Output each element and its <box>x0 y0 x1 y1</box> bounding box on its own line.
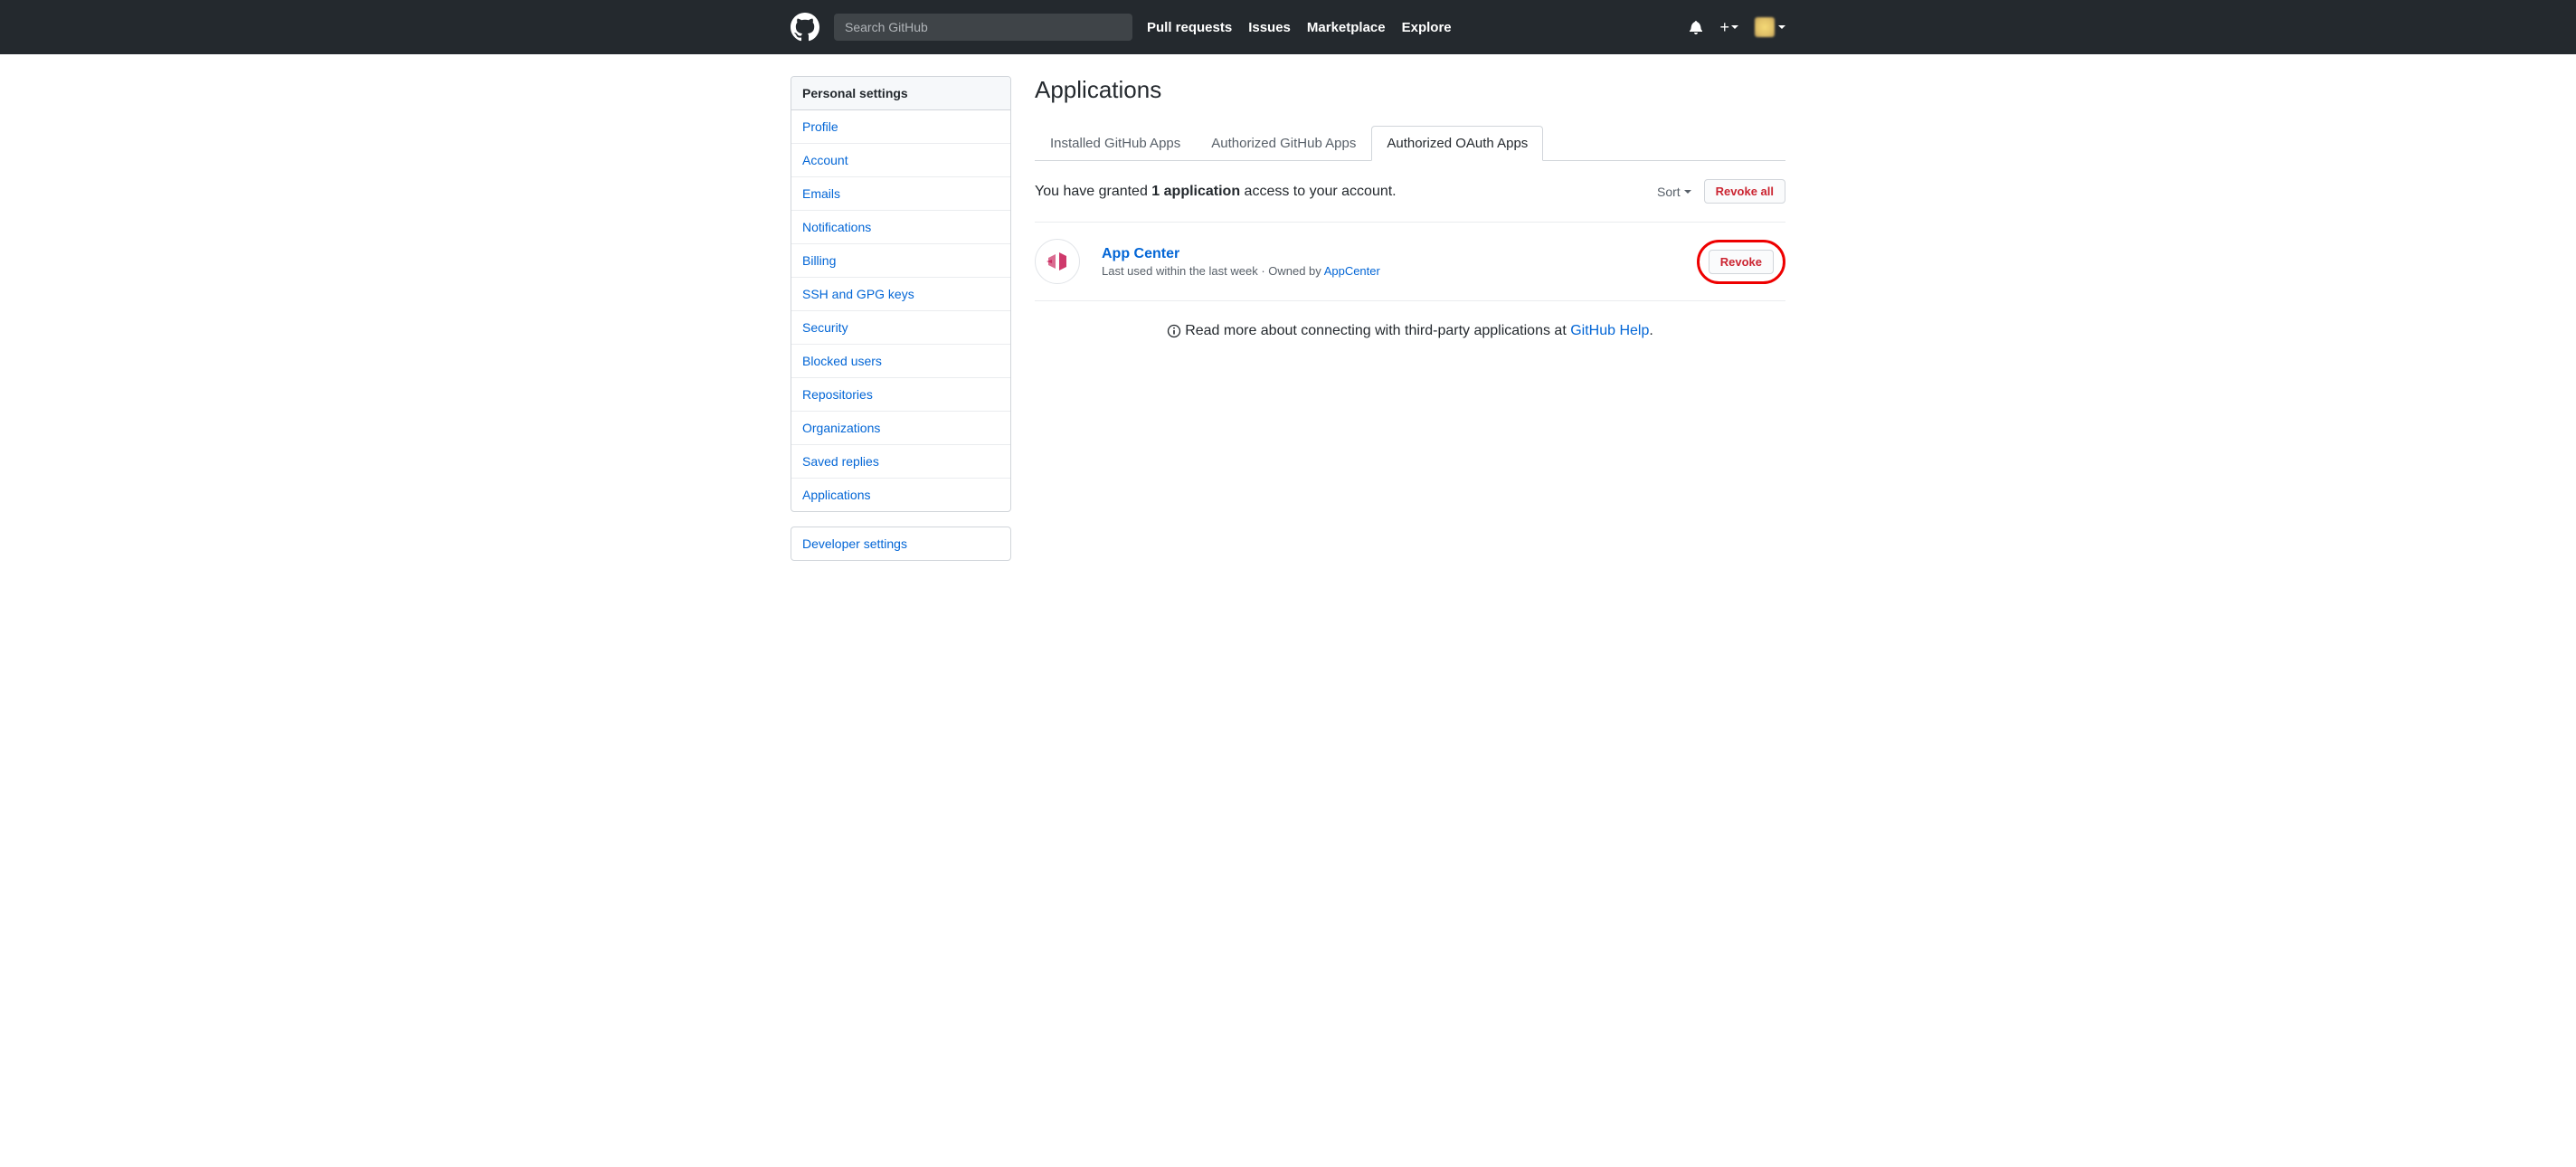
sidebar-item-ssh-gpg[interactable]: SSH and GPG keys <box>791 278 1010 311</box>
nav-explore[interactable]: Explore <box>1402 20 1452 35</box>
github-help-link[interactable]: GitHub Help <box>1570 323 1649 338</box>
sidebar-item-emails[interactable]: Emails <box>791 177 1010 211</box>
revoke-all-button[interactable]: Revoke all <box>1704 179 1785 204</box>
sidebar-item-organizations[interactable]: Organizations <box>791 412 1010 445</box>
sidebar-item-account[interactable]: Account <box>791 144 1010 177</box>
global-header: Pull requests Issues Marketplace Explore… <box>0 0 2576 54</box>
apps-tabs: Installed GitHub Apps Authorized GitHub … <box>1035 126 1785 161</box>
revoke-button[interactable]: Revoke <box>1709 250 1774 274</box>
page-title: Applications <box>1035 76 1785 104</box>
github-logo-icon[interactable] <box>791 13 819 42</box>
info-icon <box>1167 324 1181 338</box>
sidebar-heading: Personal settings <box>791 77 1010 110</box>
sidebar-item-applications[interactable]: Applications <box>791 479 1010 511</box>
grant-summary: You have granted 1 application access to… <box>1035 184 1397 200</box>
search-input[interactable] <box>834 14 1132 41</box>
notifications-icon[interactable] <box>1689 20 1703 34</box>
revoke-highlight-annotation: Revoke <box>1697 240 1785 284</box>
tab-installed-github-apps[interactable]: Installed GitHub Apps <box>1035 126 1196 161</box>
app-owner-link[interactable]: AppCenter <box>1324 264 1380 278</box>
sidebar-item-developer-settings[interactable]: Developer settings <box>791 527 1010 560</box>
help-footer: Read more about connecting with third-pa… <box>1035 301 1785 361</box>
appcenter-icon <box>1043 247 1072 276</box>
tab-authorized-github-apps[interactable]: Authorized GitHub Apps <box>1196 126 1371 161</box>
tab-authorized-oauth-apps[interactable]: Authorized OAuth Apps <box>1371 126 1543 161</box>
sidebar-item-saved-replies[interactable]: Saved replies <box>791 445 1010 479</box>
user-menu-dropdown[interactable] <box>1755 17 1785 37</box>
nav-pull-requests[interactable]: Pull requests <box>1147 20 1232 35</box>
sidebar-item-notifications[interactable]: Notifications <box>791 211 1010 244</box>
app-meta: Last used within the last week · Owned b… <box>1102 264 1697 278</box>
avatar <box>1755 17 1775 37</box>
sidebar-item-profile[interactable]: Profile <box>791 110 1010 144</box>
sidebar-item-repositories[interactable]: Repositories <box>791 378 1010 412</box>
sidebar-item-billing[interactable]: Billing <box>791 244 1010 278</box>
nav-issues[interactable]: Issues <box>1248 20 1291 35</box>
sidebar-item-blocked-users[interactable]: Blocked users <box>791 345 1010 378</box>
oauth-app-row: App Center Last used within the last wee… <box>1035 223 1785 301</box>
sidebar-item-security[interactable]: Security <box>791 311 1010 345</box>
app-icon <box>1035 239 1080 284</box>
app-name-link[interactable]: App Center <box>1102 246 1697 262</box>
settings-sidebar: Personal settings Profile Account Emails… <box>791 76 1011 575</box>
chevron-down-icon <box>1684 190 1691 194</box>
create-new-dropdown[interactable]: + <box>1719 18 1738 37</box>
sort-dropdown[interactable]: Sort <box>1657 185 1691 199</box>
nav-marketplace[interactable]: Marketplace <box>1307 20 1386 35</box>
